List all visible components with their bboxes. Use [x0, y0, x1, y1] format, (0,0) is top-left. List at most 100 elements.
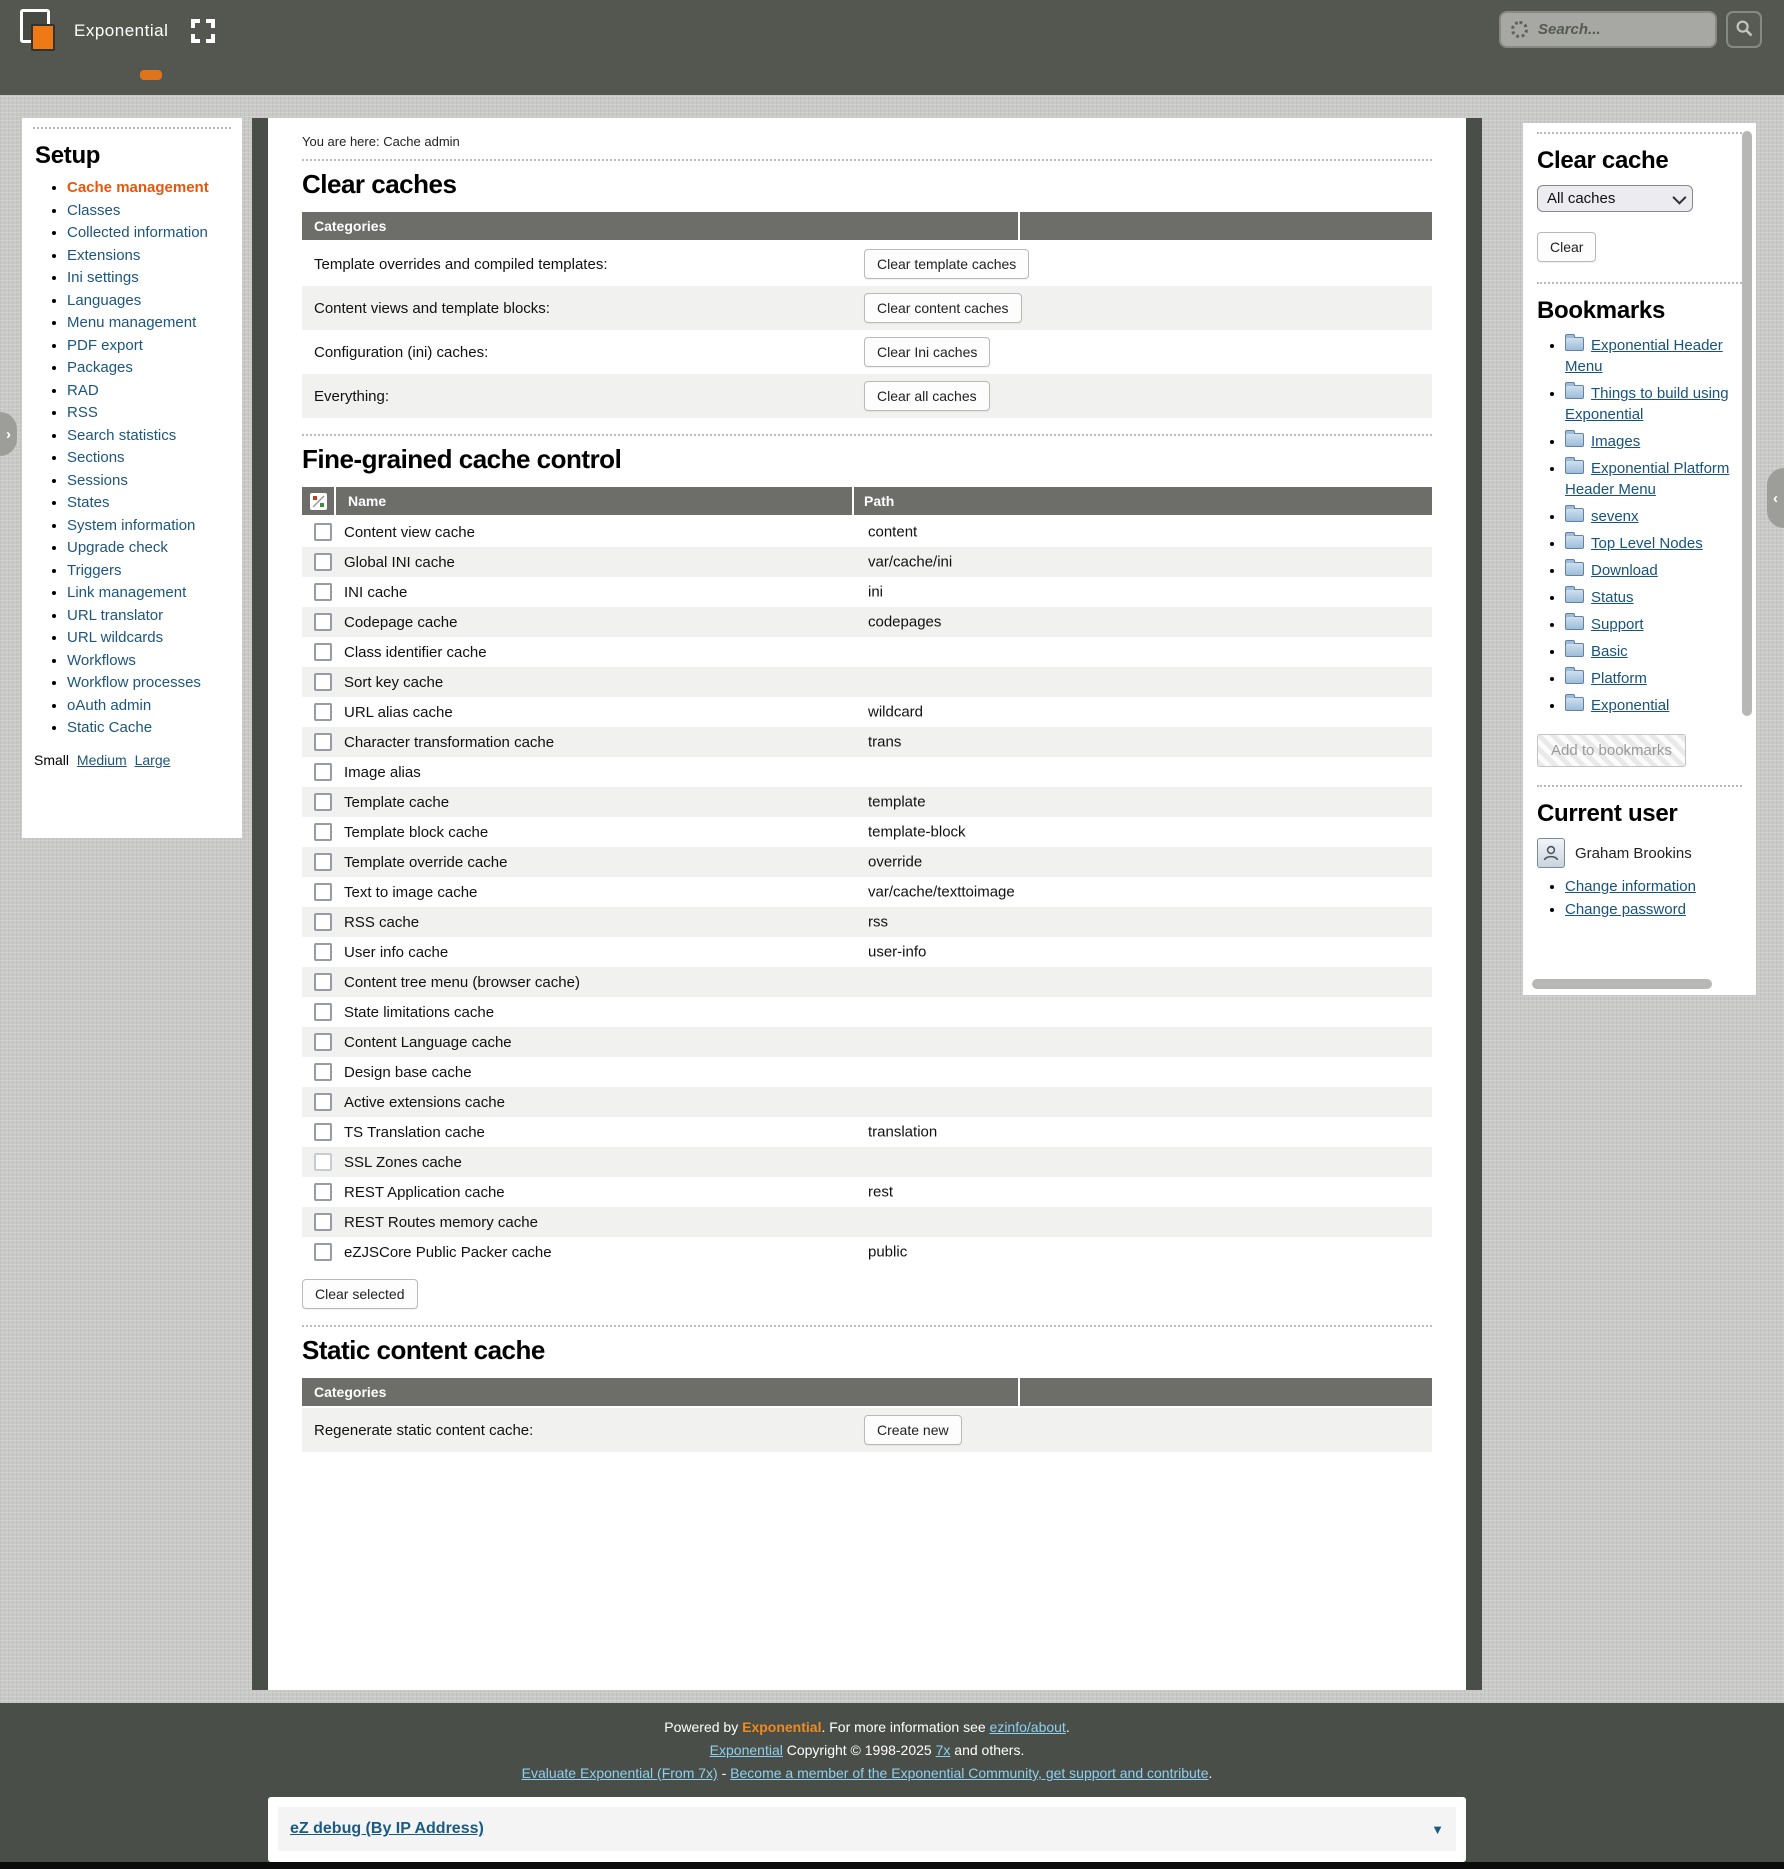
row-action-button[interactable]: Clear content caches [864, 293, 1022, 323]
bookmark-link[interactable]: Basic [1591, 643, 1628, 660]
sidebar-item-link[interactable]: States [67, 494, 110, 511]
row-checkbox[interactable] [314, 763, 332, 781]
sidebar-item-link[interactable]: Languages [67, 292, 141, 309]
nav-item[interactable] [140, 70, 162, 80]
sidebar-item-link[interactable]: Classes [67, 202, 120, 219]
row-action-button[interactable]: Create new [864, 1415, 962, 1445]
row-checkbox[interactable] [314, 613, 332, 631]
bookmark-link[interactable]: Exponential Header Menu [1565, 337, 1723, 375]
sidebar-item-link[interactable]: Sections [67, 449, 125, 466]
sidebar-item-link[interactable]: System information [67, 517, 195, 534]
row-checkbox[interactable] [314, 523, 332, 541]
sidebar-item-link[interactable]: Static Cache [67, 719, 152, 736]
bookmark-link[interactable]: Support [1591, 616, 1644, 633]
sidebar-item-link[interactable]: Upgrade check [67, 539, 168, 556]
row-checkbox[interactable] [314, 1093, 332, 1111]
sidebar-item-link[interactable]: Packages [67, 359, 133, 376]
row-checkbox[interactable] [314, 583, 332, 601]
sidebar-item-link[interactable]: oAuth admin [67, 697, 151, 714]
row-action-button[interactable]: Clear Ini caches [864, 337, 990, 367]
row-checkbox[interactable] [314, 553, 332, 571]
row-checkbox[interactable] [314, 1003, 332, 1021]
search-input[interactable] [1536, 20, 1690, 39]
sidebar-item: URL wildcards [67, 630, 242, 646]
sidebar-item-link[interactable]: Search statistics [67, 427, 176, 444]
evaluate-link[interactable]: Evaluate Exponential (From 7x) [522, 1765, 718, 1781]
cache-type-select[interactable]: All caches [1537, 185, 1693, 212]
sevenx-link[interactable]: 7x [936, 1742, 951, 1758]
row-checkbox[interactable] [314, 1153, 332, 1171]
user-link[interactable]: Change password [1565, 901, 1686, 918]
sidebar-item-link[interactable]: Extensions [67, 247, 140, 264]
row-checkbox[interactable] [314, 823, 332, 841]
search-button[interactable] [1726, 11, 1762, 48]
sidebar-item-link[interactable]: Cache management [67, 179, 209, 196]
row-checkbox[interactable] [314, 1183, 332, 1201]
bookmark-link[interactable]: Platform [1591, 670, 1647, 687]
user-link[interactable]: Change information [1565, 878, 1696, 895]
bookmark-link[interactable]: Images [1591, 433, 1640, 450]
row-checkbox[interactable] [314, 1243, 332, 1261]
sidebar-item-link[interactable]: Ini settings [67, 269, 139, 286]
sidebar-item-link[interactable]: Menu management [67, 314, 196, 331]
bookmark-link[interactable]: Things to build using Exponential [1565, 385, 1729, 423]
header-path: Path [854, 487, 1432, 515]
sidebar-item-link[interactable]: Triggers [67, 562, 121, 579]
community-link[interactable]: Become a member of the Exponential Commu… [730, 1765, 1208, 1781]
row-checkbox[interactable] [314, 673, 332, 691]
row-checkbox[interactable] [314, 1123, 332, 1141]
size-link-medium[interactable]: Medium [77, 752, 127, 768]
row-action-button[interactable]: Clear template caches [864, 249, 1029, 279]
bookmark-link[interactable]: Top Level Nodes [1591, 535, 1703, 552]
sidebar-item-link[interactable]: RAD [67, 382, 99, 399]
sidebar-item-link[interactable]: PDF export [67, 337, 143, 354]
row-checkbox[interactable] [314, 1033, 332, 1051]
fullscreen-icon[interactable] [190, 18, 216, 44]
row-checkbox[interactable] [314, 883, 332, 901]
sidebar-item-link[interactable]: Sessions [67, 472, 128, 489]
row-action-button[interactable]: Clear all caches [864, 381, 990, 411]
row-checkbox[interactable] [314, 943, 332, 961]
bookmark-link[interactable]: Exponential Platform Header Menu [1565, 460, 1729, 498]
debug-title-link[interactable]: eZ debug (By IP Address) [290, 1820, 484, 1838]
bookmark-link[interactable]: Download [1591, 562, 1658, 579]
bookmark-link[interactable]: Status [1591, 589, 1634, 606]
clear-button[interactable]: Clear [1537, 232, 1596, 262]
row-checkbox[interactable] [314, 703, 332, 721]
horizontal-scrollbar[interactable] [1532, 979, 1712, 989]
folder-icon [1565, 337, 1584, 351]
size-link-large[interactable]: Large [135, 752, 171, 768]
sidebar-item-link[interactable]: Link management [67, 584, 186, 601]
cache-name: URL alias cache [344, 704, 453, 721]
debug-toggle-icon[interactable]: ▼ [1431, 1822, 1444, 1837]
vertical-scrollbar[interactable] [1742, 131, 1752, 716]
bookmark-link[interactable]: sevenx [1591, 508, 1639, 525]
row-checkbox[interactable] [314, 853, 332, 871]
row-checkbox[interactable] [314, 733, 332, 751]
sidebar-item: Link management [67, 585, 242, 601]
sidebar-item-link[interactable]: Collected information [67, 224, 208, 241]
search-box[interactable] [1499, 11, 1717, 48]
sidebar-item-link[interactable]: URL wildcards [67, 629, 163, 646]
sidebar-item-link[interactable]: Workflows [67, 652, 136, 669]
sidebar-item-link[interactable]: URL translator [67, 607, 163, 624]
row-checkbox[interactable] [314, 973, 332, 991]
row-checkbox[interactable] [314, 793, 332, 811]
clear-selected-button[interactable]: Clear selected [302, 1279, 418, 1309]
sidebar-item-link[interactable]: RSS [67, 404, 98, 421]
breadcrumb: You are here: Cache admin [302, 134, 1432, 149]
row-checkbox[interactable] [314, 1213, 332, 1231]
sidebar-item-link[interactable]: Workflow processes [67, 674, 201, 691]
collapse-right-tab[interactable]: ‹ [1767, 468, 1784, 528]
exponential-link[interactable]: Exponential [710, 1742, 783, 1758]
bookmark-link[interactable]: Exponential [1591, 697, 1669, 714]
row-checkbox[interactable] [314, 643, 332, 661]
bookmarks-list: Exponential Header Menu Things to build … [1537, 335, 1730, 716]
row-checkbox[interactable] [314, 1063, 332, 1081]
ezinfo-link[interactable]: ezinfo/about [990, 1719, 1066, 1735]
row-checkbox[interactable] [314, 913, 332, 931]
bookmark-item: Status [1565, 587, 1730, 608]
collapse-left-tab[interactable]: › [0, 412, 17, 456]
invert-selection-icon[interactable] [302, 487, 336, 515]
cache-name: State limitations cache [344, 1004, 494, 1021]
